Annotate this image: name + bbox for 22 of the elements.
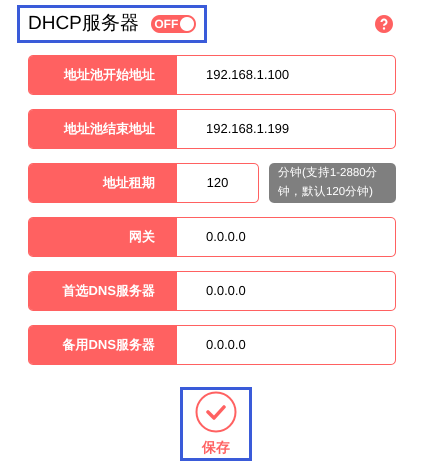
field-label: 首选DNS服务器 <box>29 272 177 310</box>
field-value: 120 <box>206 174 230 192</box>
help-icon[interactable] <box>375 15 393 33</box>
input-field[interactable]: 地址租期 120 <box>28 163 259 203</box>
field-label: 地址池结束地址 <box>29 110 177 148</box>
field-label: 地址池开始地址 <box>29 56 177 94</box>
field-value: 0.0.0.0 <box>205 336 247 354</box>
field-value: 0.0.0.0 <box>205 282 247 300</box>
input-field[interactable]: 首选DNS服务器 0.0.0.0 <box>28 271 396 311</box>
field-label: 网关 <box>29 218 177 256</box>
input-field[interactable]: 备用DNS服务器 0.0.0.0 <box>28 325 396 365</box>
field-value: 0.0.0.0 <box>205 228 247 246</box>
input-field[interactable]: 地址池结束地址 192.168.1.199 <box>28 109 396 149</box>
field-label: 地址租期 <box>29 164 177 202</box>
field-value: 192.168.1.199 <box>205 120 290 138</box>
input-field[interactable]: 地址池开始地址 192.168.1.100 <box>28 55 396 95</box>
section-title: DHCP服务器 <box>28 12 139 36</box>
hint-tooltip: 分钟(支持1-2880分钟，默认120分钟) <box>269 163 396 203</box>
field-label: 备用DNS服务器 <box>29 326 177 364</box>
check-icon <box>195 390 237 432</box>
field-value: 192.168.1.100 <box>205 66 290 84</box>
input-field[interactable]: 网关 0.0.0.0 <box>28 217 396 257</box>
